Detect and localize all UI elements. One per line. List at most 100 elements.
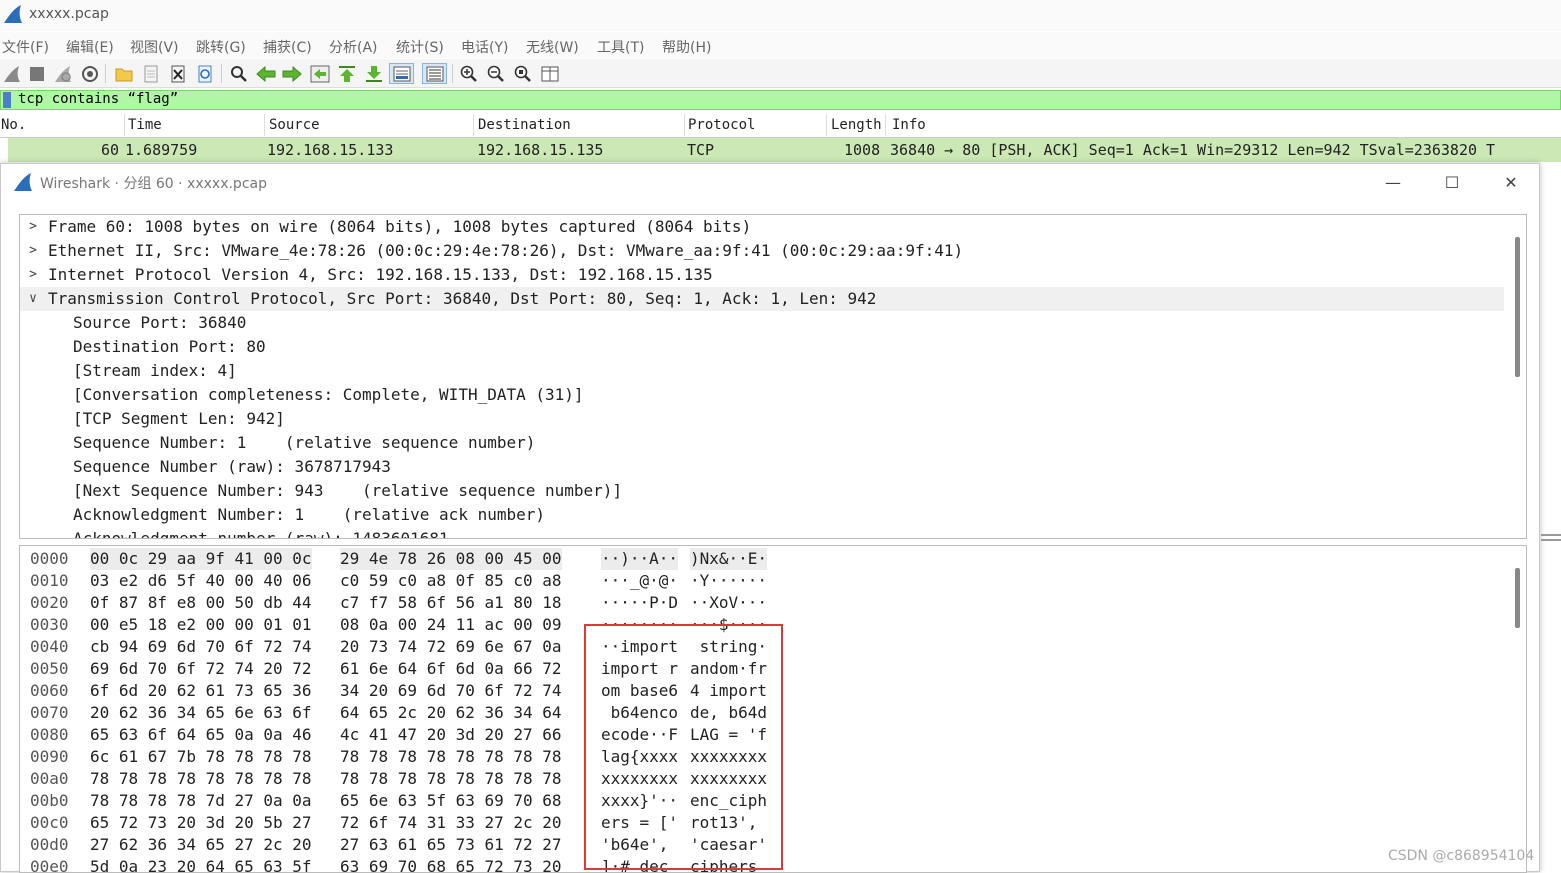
hex-offset: 0060: [30, 681, 69, 700]
hex-bytes-low: 65 72 73 20 3d 20 5b 27: [90, 813, 312, 832]
col-destination[interactable]: Destination: [478, 117, 571, 133]
tree-item[interactable]: > Frame 60: 1008 bytes on wire (8064 bits…: [20, 215, 1504, 239]
first-packet-icon[interactable]: [336, 63, 357, 84]
hex-row[interactable]: 0080 65 63 6f 64 65 0a 0a 46 4c 41 47 20 3…: [20, 724, 1500, 746]
open-folder-icon[interactable]: [113, 63, 134, 84]
tree-item[interactable]: Source Port: 36840: [20, 311, 1504, 335]
chevron-down-icon[interactable]: ∨: [26, 287, 40, 311]
hex-row[interactable]: 00d0 27 62 36 34 65 27 2c 20 27 63 61 65 7…: [20, 834, 1500, 856]
tree-item-label: Sequence Number (raw): 3678717943: [73, 457, 391, 476]
colorize-icon[interactable]: [422, 63, 447, 84]
tree-item[interactable]: [Conversation completeness: Complete, WI…: [20, 383, 1504, 407]
hex-row[interactable]: 0030 00 e5 18 e2 00 00 01 01 08 0a 00 24 1…: [20, 614, 1500, 636]
hex-row[interactable]: 0060 6f 6d 20 62 61 73 65 36 34 20 69 6d 7…: [20, 680, 1500, 702]
ascii-high: ciphers: [690, 857, 768, 873]
col-no[interactable]: No.: [1, 117, 26, 133]
tree-item-label: Acknowledgment number (raw): 1483601681: [73, 529, 449, 539]
autoscroll-icon[interactable]: [389, 63, 414, 84]
maximize-button[interactable]: ☐: [1432, 170, 1472, 194]
close-file-icon[interactable]: [167, 63, 188, 84]
display-filter-bar[interactable]: tcp contains “flag”: [0, 90, 1561, 110]
close-button[interactable]: ✕: [1491, 170, 1531, 194]
menu-go[interactable]: 跳转(G): [196, 37, 246, 57]
hex-row[interactable]: 0070 20 62 36 34 65 6e 63 6f 64 65 2c 20 6…: [20, 702, 1500, 724]
col-length[interactable]: Length: [831, 117, 882, 133]
tree-item[interactable]: Acknowledgment number (raw): 1483601681: [20, 527, 1504, 539]
restart-icon[interactable]: [52, 63, 73, 84]
menu-edit[interactable]: 编辑(E): [66, 37, 114, 57]
back-arrow-icon[interactable]: [255, 63, 276, 84]
reload-icon[interactable]: [194, 63, 215, 84]
details-scrollbar[interactable]: [1515, 237, 1520, 377]
hex-bytes-high: 34 20 69 6d 70 6f 72 74: [340, 681, 562, 700]
tree-item[interactable]: Sequence Number: 1 (relative sequence nu…: [20, 431, 1504, 455]
hex-row[interactable]: 0020 0f 87 8f e8 00 50 db 44 c7 f7 58 6f 5…: [20, 592, 1500, 614]
tree-item[interactable]: Sequence Number (raw): 3678717943: [20, 455, 1504, 479]
ascii-low: xxxxxxxx: [601, 769, 679, 788]
ascii-high: xxxxxxxx: [690, 769, 768, 788]
chevron-right-icon[interactable]: >: [26, 215, 40, 239]
file-icon[interactable]: [140, 63, 161, 84]
hex-row[interactable]: 0040 cb 94 69 6d 70 6f 72 74 20 73 74 72 6…: [20, 636, 1500, 658]
hex-row[interactable]: 00c0 65 72 73 20 3d 20 5b 27 72 6f 74 31 3…: [20, 812, 1500, 834]
hex-offset: 00a0: [30, 769, 69, 788]
col-source[interactable]: Source: [269, 117, 320, 133]
menu-file[interactable]: 文件(F): [2, 37, 49, 57]
hex-row[interactable]: 00e0 5d 0a 23 20 64 65 63 5f 63 69 70 68 6…: [20, 856, 1500, 873]
zoom-in-icon[interactable]: [458, 63, 479, 84]
packet-row[interactable]: 60 1.689759 192.168.15.133 192.168.15.13…: [0, 138, 1561, 162]
minimize-button[interactable]: —: [1373, 170, 1413, 194]
tree-item[interactable]: > Internet Protocol Version 4, Src: 192.1…: [20, 263, 1504, 287]
tree-item[interactable]: [Stream index: 4]: [20, 359, 1504, 383]
tree-item[interactable]: [TCP Segment Len: 942]: [20, 407, 1504, 431]
col-protocol[interactable]: Protocol: [688, 117, 755, 133]
zoom-out-icon[interactable]: [485, 63, 506, 84]
bytes-scrollbar[interactable]: [1515, 568, 1520, 628]
zoom-normal-icon[interactable]: [512, 63, 533, 84]
tree-item[interactable]: [Next Sequence Number: 943 (relative seq…: [20, 479, 1504, 503]
options-gear-icon[interactable]: [79, 63, 100, 84]
ascii-high: LAG = 'f: [690, 725, 768, 744]
hex-row[interactable]: 00a0 78 78 78 78 78 78 78 78 78 78 78 78 7…: [20, 768, 1500, 790]
tree-item[interactable]: > Ethernet II, Src: VMware_4e:78:26 (00:0…: [20, 239, 1504, 263]
menu-capture[interactable]: 捕获(C): [263, 37, 312, 57]
goto-packet-icon[interactable]: [309, 63, 330, 84]
chevron-right-icon[interactable]: >: [26, 263, 40, 287]
col-info[interactable]: Info: [892, 117, 926, 133]
hex-row[interactable]: 0000 00 0c 29 aa 9f 41 00 0c 29 4e 78 26 0…: [20, 548, 1500, 570]
hex-row[interactable]: 0010 03 e2 d6 5f 40 00 40 06 c0 59 c0 a8 0…: [20, 570, 1500, 592]
filter-input[interactable]: tcp contains “flag”: [18, 91, 178, 107]
tree-item[interactable]: ∨ Transmission Control Protocol, Src Port…: [20, 287, 1504, 311]
ascii-high: enc_ciph: [690, 791, 768, 810]
menu-help[interactable]: 帮助(H): [662, 37, 711, 57]
ascii-high: rot13',: [690, 813, 768, 832]
forward-arrow-icon[interactable]: [281, 63, 302, 84]
hex-row[interactable]: 0050 69 6d 70 6f 72 74 20 72 61 6e 64 6f 6…: [20, 658, 1500, 680]
hex-row[interactable]: 0090 6c 61 67 7b 78 78 78 78 78 78 78 78 7…: [20, 746, 1500, 768]
shark-fin-start-icon[interactable]: [1, 63, 22, 84]
menu-view[interactable]: 视图(V): [130, 37, 179, 57]
ascii-low: ··)··A··: [601, 548, 679, 570]
last-packet-icon[interactable]: [363, 63, 384, 84]
tree-item[interactable]: Destination Port: 80: [20, 335, 1504, 359]
splitter-handle[interactable]: [1541, 530, 1561, 550]
bookmark-icon[interactable]: [3, 92, 11, 108]
menu-statistics[interactable]: 统计(S): [396, 37, 444, 57]
hex-offset: 0090: [30, 747, 69, 766]
chevron-right-icon[interactable]: >: [26, 239, 40, 263]
menu-analyze[interactable]: 分析(A): [329, 37, 378, 57]
menu-wireless[interactable]: 无线(W): [526, 37, 579, 57]
hex-row[interactable]: 00b0 78 78 78 78 7d 27 0a 0a 65 6e 63 5f 6…: [20, 790, 1500, 812]
col-time[interactable]: Time: [128, 117, 162, 133]
hex-bytes-high: c7 f7 58 6f 56 a1 80 18: [340, 593, 562, 612]
menu-tools[interactable]: 工具(T): [597, 37, 644, 57]
hex-bytes-high: 72 6f 74 31 33 27 2c 20: [340, 813, 562, 832]
menu-telephony[interactable]: 电话(Y): [461, 37, 508, 57]
tree-item[interactable]: Acknowledgment Number: 1 (relative ack n…: [20, 503, 1504, 527]
packet-protocol: TCP: [687, 141, 715, 159]
ascii-low: ··import: [601, 637, 679, 656]
resize-columns-icon[interactable]: [539, 63, 560, 84]
find-icon[interactable]: [228, 63, 249, 84]
stop-icon[interactable]: [26, 63, 47, 84]
packet-source: 192.168.15.133: [267, 141, 394, 159]
